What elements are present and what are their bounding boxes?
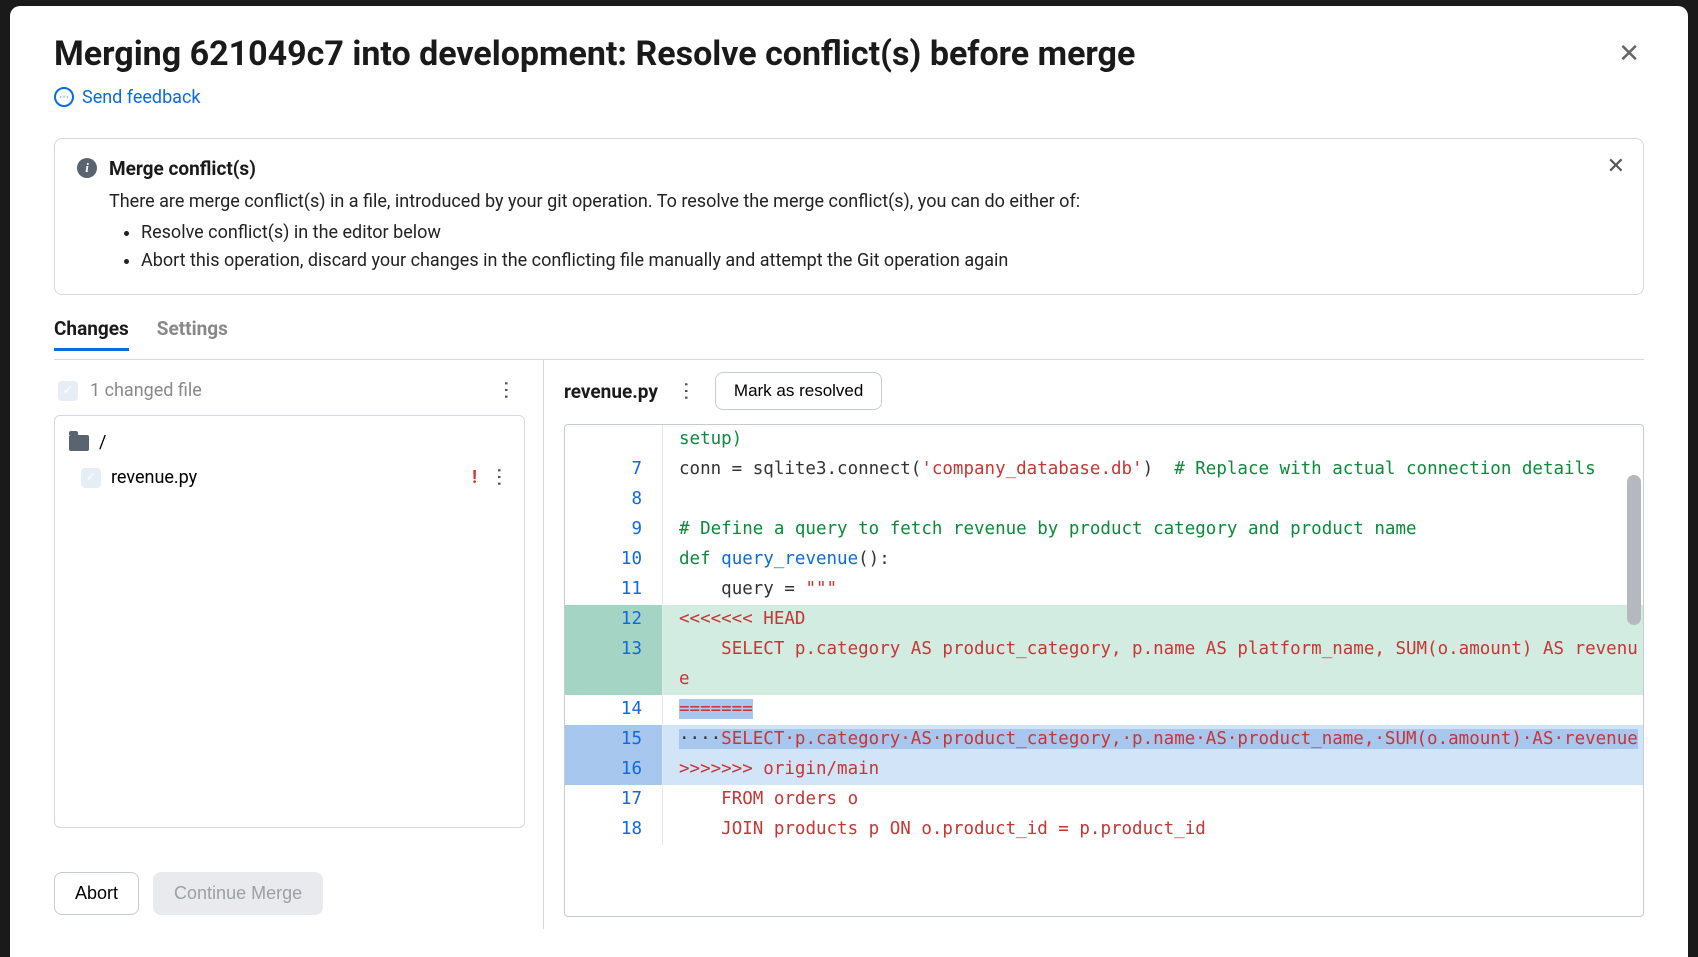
code-content[interactable]: def query_revenue(): bbox=[663, 545, 1643, 575]
code-line[interactable]: 12<<<<<<< HEAD bbox=[565, 605, 1643, 635]
kebab-icon: ⋯ bbox=[674, 381, 699, 402]
tree-root[interactable]: / bbox=[55, 426, 524, 459]
code-editor[interactable]: setup)7conn = sqlite3.connect('company_d… bbox=[564, 424, 1644, 917]
tabs: Changes Settings bbox=[54, 317, 1644, 351]
close-modal-button[interactable]: ✕ bbox=[1614, 34, 1644, 73]
line-number bbox=[565, 425, 663, 455]
editor-header: revenue.py ⋯ Mark as resolved bbox=[564, 372, 1644, 424]
code-content[interactable]: conn = sqlite3.connect('company_database… bbox=[663, 455, 1643, 485]
info-icon: i bbox=[77, 158, 97, 178]
banner-body: There are merge conflict(s) in a file, i… bbox=[77, 188, 1621, 276]
line-number: 13 bbox=[565, 635, 663, 695]
banner-bullet: Resolve conflict(s) in the editor below bbox=[141, 219, 1621, 248]
continue-merge-button: Continue Merge bbox=[153, 872, 323, 915]
code-line[interactable]: 7conn = sqlite3.connect('company_databas… bbox=[565, 455, 1643, 485]
file-item-revenue[interactable]: ✓ revenue.py ! ⋯ bbox=[55, 459, 524, 496]
code-line[interactable]: 13 SELECT p.category AS product_category… bbox=[565, 635, 1643, 695]
code-line[interactable]: 18 JOIN products p ON o.product_id = p.p… bbox=[565, 815, 1643, 845]
line-number: 15 bbox=[565, 725, 663, 755]
send-feedback-link[interactable]: ⋯ Send feedback bbox=[54, 87, 201, 108]
line-number: 10 bbox=[565, 545, 663, 575]
sidebar-menu-button[interactable]: ⋯ bbox=[496, 378, 517, 403]
code-content[interactable]: setup) bbox=[663, 425, 1643, 455]
code-line[interactable]: 17 FROM orders o bbox=[565, 785, 1643, 815]
editor-menu-button[interactable]: ⋯ bbox=[676, 379, 697, 404]
banner-title: Merge conflict(s) bbox=[109, 157, 256, 180]
changed-file-count: 1 changed file bbox=[90, 380, 202, 401]
code-line[interactable]: 10def query_revenue(): bbox=[565, 545, 1643, 575]
code-content[interactable]: >>>>>>> origin/main bbox=[663, 755, 1643, 785]
feedback-label: Send feedback bbox=[82, 87, 201, 108]
line-number: 8 bbox=[565, 485, 663, 515]
line-number: 9 bbox=[565, 515, 663, 545]
banner-bullet: Abort this operation, discard your chang… bbox=[141, 247, 1621, 276]
code-content[interactable]: ======= bbox=[663, 695, 1643, 725]
line-number: 18 bbox=[565, 815, 663, 845]
tab-settings[interactable]: Settings bbox=[157, 317, 228, 351]
chat-icon: ⋯ bbox=[54, 87, 74, 107]
banner-header: i Merge conflict(s) bbox=[77, 157, 1621, 180]
mark-resolved-button[interactable]: Mark as resolved bbox=[715, 372, 882, 410]
close-icon: ✕ bbox=[1618, 38, 1640, 68]
code-content[interactable]: query = """ bbox=[663, 575, 1643, 605]
code-line[interactable]: 9# Define a query to fetch revenue by pr… bbox=[565, 515, 1643, 545]
line-number: 11 bbox=[565, 575, 663, 605]
code-content[interactable]: # Define a query to fetch revenue by pro… bbox=[663, 515, 1643, 545]
line-number: 17 bbox=[565, 785, 663, 815]
info-banner: ✕ i Merge conflict(s) There are merge co… bbox=[54, 138, 1644, 295]
code-content[interactable] bbox=[663, 485, 1643, 515]
code-content[interactable]: JOIN products p ON o.product_id = p.prod… bbox=[663, 815, 1643, 845]
content-row: ✓ 1 changed file ⋯ / ✓ revenue.py ! bbox=[54, 359, 1644, 929]
action-row: Abort Continue Merge bbox=[54, 872, 525, 915]
kebab-icon: ⋯ bbox=[494, 380, 519, 401]
code-line[interactable]: setup) bbox=[565, 425, 1643, 455]
editor-panel: revenue.py ⋯ Mark as resolved setup)7con… bbox=[544, 360, 1644, 929]
changes-sidebar: ✓ 1 changed file ⋯ / ✓ revenue.py ! bbox=[54, 360, 544, 929]
code-content[interactable]: FROM orders o bbox=[663, 785, 1643, 815]
line-number: 14 bbox=[565, 695, 663, 725]
modal-title: Merging 621049c7 into development: Resol… bbox=[54, 34, 1135, 75]
code-line[interactable]: 16>>>>>>> origin/main bbox=[565, 755, 1643, 785]
modal-header: Merging 621049c7 into development: Resol… bbox=[54, 34, 1644, 75]
kebab-icon: ⋯ bbox=[487, 467, 512, 488]
banner-intro: There are merge conflict(s) in a file, i… bbox=[109, 188, 1621, 217]
tab-changes[interactable]: Changes bbox=[54, 317, 129, 351]
sidebar-header: ✓ 1 changed file ⋯ bbox=[54, 374, 525, 415]
line-number: 12 bbox=[565, 605, 663, 635]
file-menu-button[interactable]: ⋯ bbox=[489, 465, 510, 490]
conflict-indicator-icon: ! bbox=[472, 467, 477, 488]
scrollbar-thumb[interactable] bbox=[1627, 475, 1641, 625]
file-checkbox[interactable]: ✓ bbox=[81, 468, 101, 488]
code-line[interactable]: 14======= bbox=[565, 695, 1643, 725]
code-line[interactable]: 15····SELECT·p.category·AS·product_categ… bbox=[565, 725, 1643, 755]
abort-button[interactable]: Abort bbox=[54, 872, 139, 915]
line-number: 16 bbox=[565, 755, 663, 785]
banner-close-button[interactable]: ✕ bbox=[1607, 153, 1625, 179]
root-label: / bbox=[99, 432, 106, 453]
file-tree: / ✓ revenue.py ! ⋯ bbox=[54, 415, 525, 828]
folder-icon bbox=[69, 435, 89, 451]
select-all-checkbox[interactable]: ✓ bbox=[58, 381, 78, 401]
code-content[interactable]: ····SELECT·p.category·AS·product_categor… bbox=[663, 725, 1643, 755]
merge-conflict-modal: Merging 621049c7 into development: Resol… bbox=[10, 6, 1688, 957]
code-line[interactable]: 11 query = """ bbox=[565, 575, 1643, 605]
editor-filename: revenue.py bbox=[564, 380, 658, 403]
file-name: revenue.py bbox=[111, 467, 197, 488]
code-content[interactable]: SELECT p.category AS product_category, p… bbox=[663, 635, 1643, 695]
close-icon: ✕ bbox=[1607, 153, 1625, 178]
line-number: 7 bbox=[565, 455, 663, 485]
code-content[interactable]: <<<<<<< HEAD bbox=[663, 605, 1643, 635]
code-line[interactable]: 8 bbox=[565, 485, 1643, 515]
